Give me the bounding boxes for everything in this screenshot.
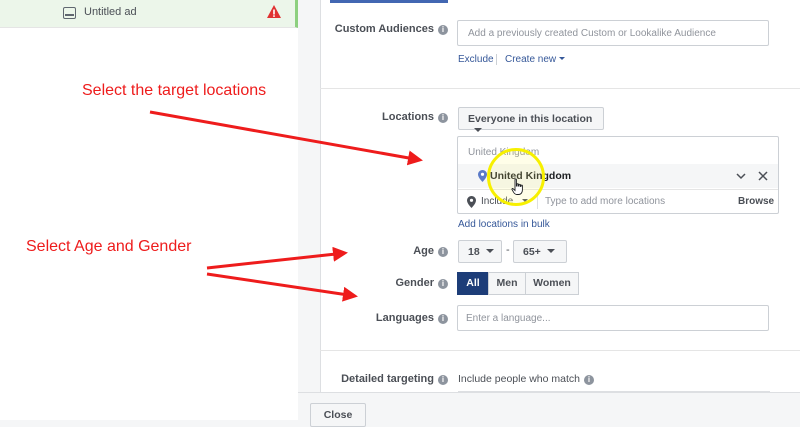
footer-bar [298,392,800,420]
detailed-targeting-subtitle: Include people who match i [458,373,594,385]
chevron-down-icon [474,128,482,132]
languages-label: Languages i [330,312,448,324]
custom-audiences-label: Custom Audiences i [330,23,448,35]
annotation-locations: Select the target locations [82,82,267,99]
browse-button[interactable]: Browse [738,196,774,207]
location-pin-icon [467,196,476,208]
detailed-targeting-label: Detailed targeting i [330,373,448,385]
info-icon[interactable]: i [438,25,448,35]
create-new-label: Create new [505,54,557,65]
warning-icon [267,5,281,18]
sidebar-ad-name: Untitled ad [84,6,137,18]
custom-audiences-placeholder: Add a previously created Custom or Looka… [468,28,716,39]
age-separator: - [506,244,510,256]
age-max-value: 65+ [523,246,541,258]
gender-label: Gender i [330,277,448,289]
add-locations-bulk-link[interactable]: Add locations in bulk [458,219,550,230]
info-icon[interactable]: i [438,279,448,289]
chevron-down-icon [546,249,555,253]
info-icon[interactable]: i [584,375,594,385]
location-mode-label: Everyone in this location [468,113,593,125]
gender-men-button[interactable]: Men [488,272,526,295]
locations-label: Locations i [330,111,448,123]
ad-icon [63,7,76,19]
create-new-dropdown[interactable]: Create new [505,54,566,65]
active-section-indicator [330,0,448,3]
cursor-highlight [487,148,545,206]
custom-audiences-input[interactable]: Add a previously created Custom or Looka… [457,20,769,46]
age-max-dropdown[interactable]: 65+ [513,240,567,263]
location-mode-dropdown[interactable]: Everyone in this location [458,107,604,132]
exclude-link[interactable]: Exclude [458,54,494,65]
close-button[interactable]: Close [310,403,366,427]
gender-women-button[interactable]: Women [525,272,579,295]
chevron-down-icon [485,249,494,253]
section-divider [320,350,800,351]
info-icon[interactable]: i [438,247,448,257]
chevron-down-icon [559,57,566,60]
age-label: Age i [330,245,448,257]
hand-cursor-icon [511,178,523,195]
age-min-dropdown[interactable]: 18 [458,240,502,263]
sidebar-ad-item[interactable] [0,0,298,28]
annotation-age-gender: Select Age and Gender [26,238,192,255]
chevron-down-icon[interactable] [736,172,746,180]
languages-input[interactable]: Enter a language... [457,305,769,331]
location-search-input[interactable]: Type to add more locations [545,196,665,207]
info-icon[interactable]: i [438,113,448,123]
remove-location-icon[interactable] [758,171,768,181]
gender-all-button[interactable]: All [457,272,489,295]
info-icon[interactable]: i [438,375,448,385]
sidebar [0,0,298,420]
info-icon[interactable]: i [438,314,448,324]
age-min-value: 18 [468,246,480,258]
link-divider [496,54,497,65]
location-pin-icon [478,170,487,182]
languages-placeholder: Enter a language... [466,313,551,324]
section-divider [320,88,800,89]
